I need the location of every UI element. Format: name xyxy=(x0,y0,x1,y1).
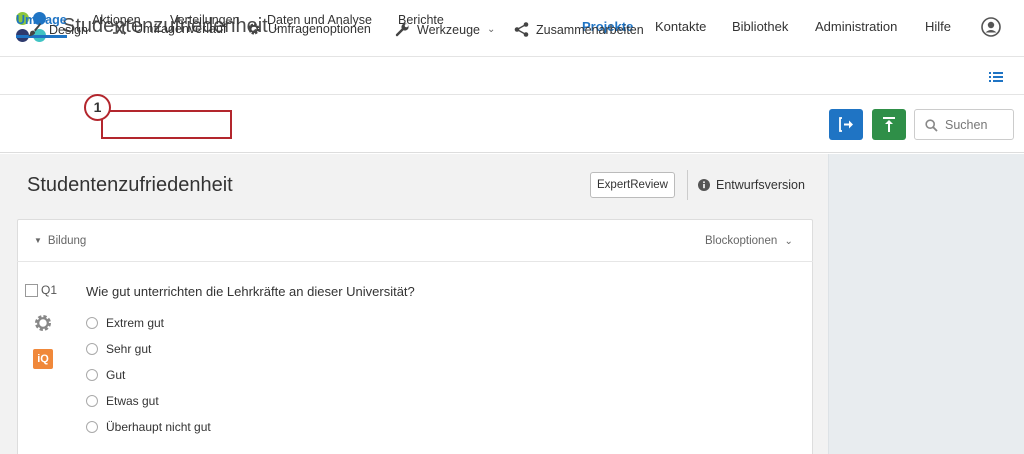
expert-review-button[interactable]: ExpertReview xyxy=(590,172,675,198)
choice-label: Extrem gut xyxy=(106,316,165,330)
radio-button[interactable] xyxy=(86,317,98,329)
radio-button[interactable] xyxy=(86,369,98,381)
question-select-checkbox[interactable] xyxy=(25,284,38,297)
survey-flow-label: Umfragenverlauf xyxy=(134,22,227,36)
block-options-label: Blockoptionen xyxy=(705,235,778,247)
choice-extremely-well[interactable]: Extrem gut xyxy=(86,316,164,330)
design-label: Design xyxy=(49,22,88,37)
draft-version-status[interactable]: Entwurfsversion xyxy=(698,178,805,192)
chevron-down-icon: ⌄ xyxy=(487,24,496,35)
tools-dropdown[interactable]: Werkzeuge ⌄ xyxy=(395,22,495,37)
highlight-box xyxy=(101,110,232,139)
choice-not-well-at-all[interactable]: Überhaupt nicht gut xyxy=(86,420,211,434)
preview-icon xyxy=(839,117,853,132)
survey-flow-button[interactable]: Umfragenverlauf xyxy=(112,22,226,36)
step-number-badge: 1 xyxy=(84,94,111,121)
search-field[interactable] xyxy=(914,109,1014,140)
radio-button[interactable] xyxy=(86,421,98,433)
design-button[interactable]: Design xyxy=(27,22,88,37)
block-name: Bildung xyxy=(47,235,87,247)
nav-library[interactable]: Bibliothek xyxy=(732,19,788,34)
triangle-down-icon: ▼ xyxy=(34,236,42,245)
shuffle-icon xyxy=(113,23,127,35)
choice-label: Gut xyxy=(106,368,126,382)
block-collapse-toggle[interactable]: ▼ Bildung xyxy=(34,235,86,247)
preview-button[interactable] xyxy=(829,109,863,140)
question-text[interactable]: Wie gut unterrichten die Lehrkräfte an d… xyxy=(86,284,415,299)
user-circle-icon[interactable] xyxy=(981,17,1001,37)
tools-label: Werkzeuge xyxy=(417,22,480,37)
nav-help[interactable]: Hilfe xyxy=(925,19,951,34)
question-settings-gear-icon[interactable] xyxy=(33,313,53,333)
list-icon[interactable] xyxy=(989,71,1003,83)
choice-well[interactable]: Gut xyxy=(86,368,125,382)
choice-label: Überhaupt nicht gut xyxy=(106,420,211,434)
chevron-down-icon: ⌄ xyxy=(784,236,793,247)
radio-button[interactable] xyxy=(86,395,98,407)
choice-label: Etwas gut xyxy=(106,394,159,408)
sub-navigation xyxy=(0,57,1024,95)
question-id: Q1 xyxy=(41,283,58,297)
choice-label: Sehr gut xyxy=(106,342,152,356)
wrench-icon xyxy=(395,23,409,37)
survey-options-button[interactable]: Umfragenoptionen xyxy=(247,22,371,36)
paintbrush-icon xyxy=(28,23,41,37)
share-icon xyxy=(514,22,529,37)
iq-score-badge[interactable]: iQ xyxy=(33,349,53,369)
survey-title: Studentenzufriedenheit xyxy=(27,174,233,196)
survey-options-label: Umfragenoptionen xyxy=(268,22,371,36)
choice-somewhat-well[interactable]: Etwas gut xyxy=(86,394,159,408)
search-input[interactable] xyxy=(945,116,1009,134)
draft-version-label: Entwurfsversion xyxy=(716,178,805,192)
divider xyxy=(687,170,688,200)
collaborate-button[interactable]: Zusammenarbeiten xyxy=(514,22,644,37)
search-icon xyxy=(925,119,938,132)
publish-button[interactable] xyxy=(872,109,906,140)
radio-button[interactable] xyxy=(86,343,98,355)
gear-icon xyxy=(248,23,260,35)
info-icon xyxy=(698,179,710,191)
nav-administration[interactable]: Administration xyxy=(815,19,897,34)
publish-icon xyxy=(883,117,895,132)
block-header xyxy=(17,219,813,262)
collaborate-label: Zusammenarbeiten xyxy=(536,22,644,37)
block-options-dropdown[interactable]: Blockoptionen ⌄ xyxy=(705,235,793,247)
nav-contacts[interactable]: Kontakte xyxy=(655,19,706,34)
choice-very-well[interactable]: Sehr gut xyxy=(86,342,151,356)
right-side-panel xyxy=(828,154,1024,454)
